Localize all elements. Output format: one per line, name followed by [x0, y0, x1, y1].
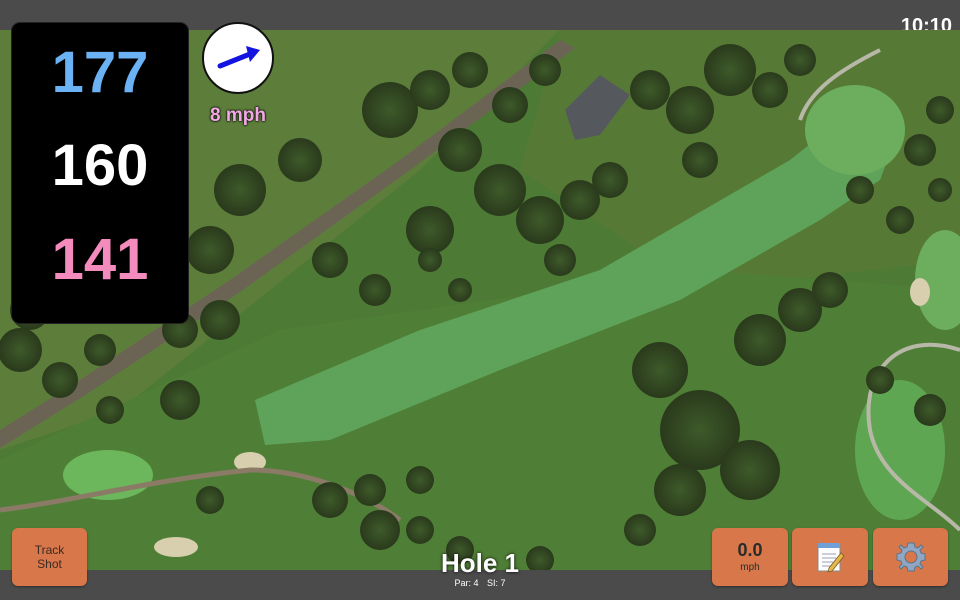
track-shot-label-line1: Track	[34, 543, 65, 557]
back-distance: 177	[51, 40, 149, 105]
hole-title: Hole 1	[440, 548, 520, 578]
track-shot-label-line2: Shot	[37, 557, 62, 571]
gear-icon	[896, 542, 925, 572]
settings-button[interactable]	[873, 528, 948, 586]
hole-stroke-index: SI: 7	[487, 578, 506, 588]
distance-panel: 177 160 141	[12, 23, 188, 323]
notepad-icon	[817, 543, 845, 573]
track-shot-button[interactable]: Track Shot	[12, 528, 87, 586]
hole-par: Par: 4	[454, 578, 479, 588]
middle-distance: 160	[51, 133, 149, 198]
hole-info: Par: 4 SI: 7	[400, 577, 560, 589]
front-distance: 141	[51, 227, 149, 292]
speed-value: 0.0	[737, 540, 763, 560]
wind-indicator	[202, 22, 274, 94]
speed-button[interactable]: 0.0 mph	[712, 528, 788, 586]
notes-button[interactable]	[792, 528, 868, 586]
arrow-right-icon	[217, 46, 260, 69]
wind-speed: 8 mph	[210, 105, 266, 126]
speed-unit: mph	[740, 562, 760, 573]
